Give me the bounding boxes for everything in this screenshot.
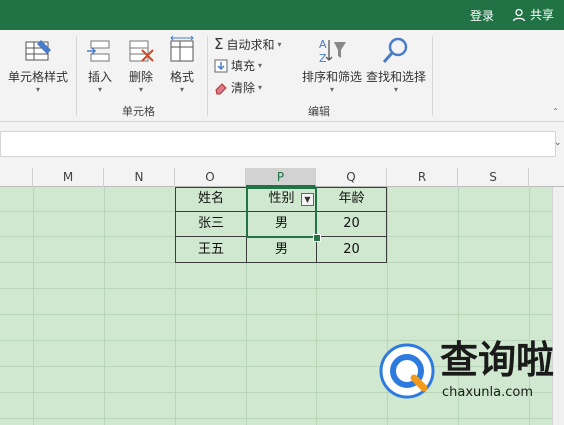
table-cell[interactable]: 张三 [175, 211, 247, 237]
fill-handle[interactable] [313, 234, 321, 242]
delete-cells-icon [129, 40, 154, 62]
column-header[interactable]: O [175, 168, 246, 187]
edit-group-label: 编辑 [308, 105, 330, 118]
column-header[interactable] [0, 168, 33, 187]
autosum-button[interactable]: Σ 自动求和 ▾ [214, 35, 282, 53]
column-header[interactable]: N [104, 168, 175, 187]
chevron-down-icon: ▾ [329, 85, 334, 94]
ribbon-divider [432, 36, 433, 116]
table-cell[interactable]: 男 [246, 236, 317, 263]
chevron-down-icon: ▾ [138, 85, 143, 94]
magnifier-icon [382, 37, 408, 63]
delete-button[interactable]: 删除 ▾ [121, 36, 161, 94]
title-bar: 登录 共享 [0, 0, 564, 30]
watermark-logo: 查询啦 chaxunla.com [378, 338, 558, 410]
table-cell[interactable]: 王五 [175, 236, 247, 263]
column-header[interactable]: M [33, 168, 104, 187]
clear-button[interactable]: 清除 ▾ [214, 79, 262, 96]
formula-input[interactable] [0, 131, 556, 157]
chevron-down-icon: ▾ [179, 85, 184, 94]
fill-label: 填充 [231, 59, 256, 73]
watermark-brand: 查询啦 [440, 338, 555, 382]
sort-filter-label: 排序和筛选 [301, 70, 362, 84]
table-header-cell[interactable]: 年龄 [316, 187, 387, 212]
column-header[interactable]: R [387, 168, 458, 187]
find-select-button[interactable]: 查找和选择 ▾ [364, 36, 428, 94]
insert-cells-icon [87, 40, 110, 62]
person-icon [512, 8, 526, 21]
sort-filter-button[interactable]: AZ 排序和筛选 ▾ [300, 36, 364, 94]
chevron-down-icon: ▾ [277, 39, 282, 49]
chevron-down-icon: ▾ [393, 85, 398, 94]
ribbon-divider [76, 36, 77, 116]
share-button[interactable]: 共享 [512, 6, 554, 23]
insert-button[interactable]: 插入 ▾ [80, 36, 120, 94]
login-link[interactable]: 登录 [470, 7, 494, 24]
column-header-row: M N O P Q R S [0, 168, 564, 187]
cell-style-label: 单元格样式 [7, 70, 68, 84]
cells-group-label: 单元格 [122, 105, 155, 118]
cell-style-icon [25, 40, 51, 61]
fill-down-icon [214, 59, 228, 72]
chevron-down-icon: ▾ [258, 61, 263, 70]
find-select-label: 查找和选择 [365, 70, 426, 84]
cell-style-button[interactable]: 单元格样式 ▾ [6, 36, 70, 94]
column-header-selected[interactable]: P [246, 168, 316, 187]
brand-logo-icon [379, 343, 435, 399]
format-button[interactable]: 格式 ▾ [162, 36, 202, 94]
sigma-icon: Σ [214, 35, 224, 53]
collapse-ribbon-icon[interactable]: ˆ [553, 108, 558, 119]
selection-border [246, 187, 317, 238]
expand-formula-icon[interactable]: ⌄ [554, 138, 562, 148]
chevron-down-icon: ▾ [35, 85, 40, 94]
insert-label: 插入 [87, 70, 112, 84]
format-cells-icon [170, 36, 194, 62]
sort-filter-icon: AZ [319, 38, 346, 65]
share-label: 共享 [529, 8, 554, 22]
eraser-icon [215, 82, 227, 94]
autosum-label: 自动求和 [226, 37, 275, 52]
delete-label: 删除 [128, 70, 153, 84]
format-label: 格式 [169, 70, 194, 84]
watermark-url: chaxunla.com [442, 385, 533, 400]
table-cell[interactable]: 20 [316, 211, 387, 237]
column-header[interactable]: S [458, 168, 529, 187]
clear-label: 清除 [231, 81, 256, 95]
svg-text:Z: Z [319, 52, 327, 65]
chevron-down-icon: ▾ [258, 83, 263, 92]
column-header[interactable]: Q [316, 168, 387, 187]
chevron-down-icon: ▾ [97, 85, 102, 94]
fill-button[interactable]: 填充 ▾ [214, 57, 262, 74]
table-cell[interactable]: 20 [316, 236, 387, 263]
table-header-cell[interactable]: 姓名 [175, 187, 247, 212]
svg-text:A: A [319, 38, 327, 51]
ribbon-divider [207, 36, 208, 116]
